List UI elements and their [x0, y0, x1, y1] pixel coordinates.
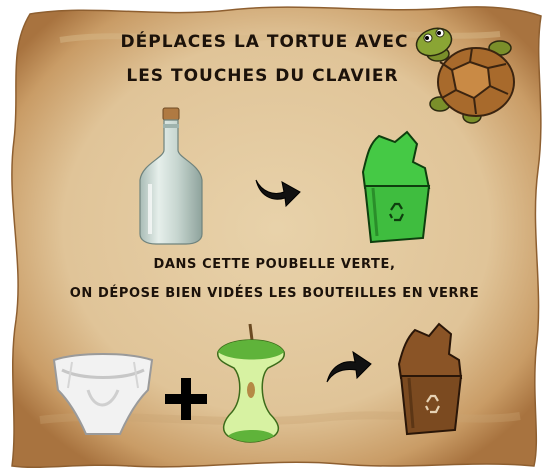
arrow-icon [255, 179, 301, 208]
green-recycle-bin-icon [361, 130, 431, 244]
plus-icon [165, 378, 207, 420]
glass-bottle-icon [139, 107, 203, 245]
game-scene: DÉPLACES LA TORTUE AVEC LES TOUCHES DU C… [0, 0, 549, 473]
diaper-icon [52, 353, 154, 435]
brown-recycle-bin-icon [397, 322, 463, 436]
turtle-icon[interactable] [410, 18, 520, 126]
apple-core-icon [217, 323, 285, 443]
arrow-icon [326, 350, 372, 383]
caption-line-2: ON DÉPOSE BIEN VIDÉES LES BOUTEILLES EN … [69, 286, 480, 301]
caption-line-1: DANS CETTE POUBELLE VERTE, [153, 257, 396, 272]
